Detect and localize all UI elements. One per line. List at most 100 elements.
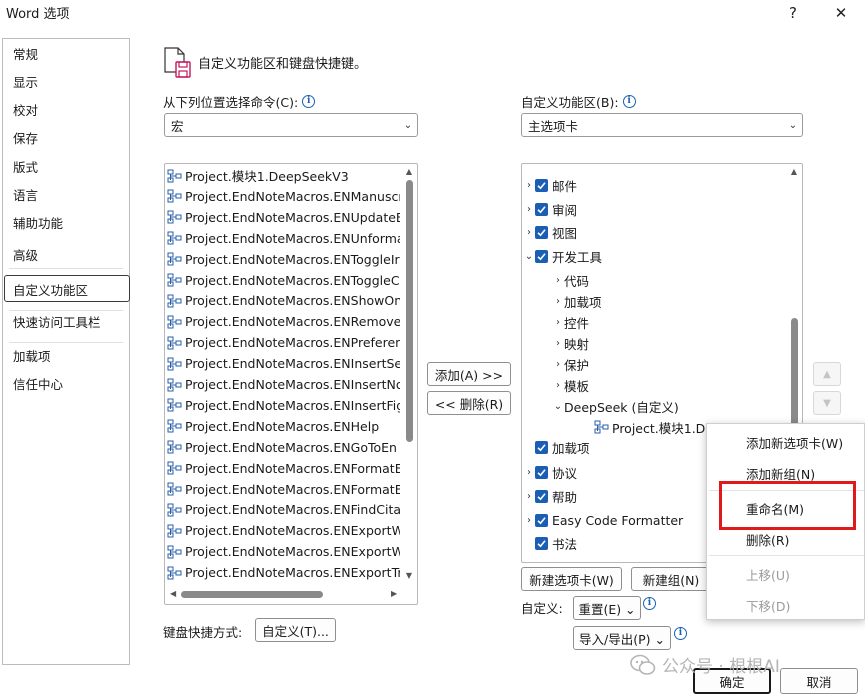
sidebar-item-general[interactable]: 常规	[13, 44, 38, 63]
checkbox[interactable]	[535, 440, 548, 454]
info-icon[interactable]: i	[302, 95, 316, 108]
ribbon-tree-item[interactable]: › 审阅	[523, 198, 577, 220]
sidebar-item-advanced[interactable]: 高级	[13, 245, 38, 264]
sidebar-item-save[interactable]: 保存	[13, 128, 38, 147]
context-item-delete[interactable]: 删除(R)	[746, 530, 789, 549]
close-button[interactable]: ✕	[826, 0, 856, 26]
ribbon-tree-item[interactable]: › 保护	[552, 353, 589, 375]
command-item[interactable]: Project.EndNoteMacros.ENFormatB	[167, 479, 400, 500]
sidebar-item-proofing[interactable]: 校对	[13, 100, 38, 119]
command-item[interactable]: Project.EndNoteMacros.ENFindCitat	[167, 499, 400, 520]
checkbox[interactable]	[535, 249, 548, 263]
ribbon-tree-item[interactable]: 加载项	[523, 436, 590, 458]
ribbon-tree-item[interactable]: › 加载项	[552, 290, 602, 312]
add-button[interactable]: 添加(A) >>	[427, 362, 511, 386]
ribbon-tree-item[interactable]: › 映射	[552, 332, 589, 354]
command-item[interactable]: Project.EndNoteMacros.ENManuscr	[167, 186, 400, 207]
chevron-right-icon[interactable]: ›	[552, 380, 564, 391]
sidebar-item-customize-ribbon[interactable]: 自定义功能区	[13, 280, 88, 299]
scroll-left-icon[interactable]: ◀	[170, 589, 176, 598]
reset-button[interactable]: 重置(E) ⌄	[573, 596, 641, 620]
chevron-right-icon[interactable]: ›	[552, 296, 564, 307]
chevron-down-icon[interactable]: ⌄	[552, 401, 564, 412]
ribbon-tree-item[interactable]: ⌄ 开发工具	[523, 245, 602, 267]
cancel-button[interactable]: 取消	[780, 668, 858, 694]
new-tab-button[interactable]: 新建选项卡(W)	[521, 567, 622, 591]
move-up-button[interactable]: ▲	[813, 362, 841, 386]
chevron-right-icon[interactable]: ›	[552, 317, 564, 328]
ribbon-tree-item[interactable]: › 模板	[552, 374, 589, 396]
scroll-up-icon[interactable]: ▲	[788, 167, 800, 176]
ribbon-tree-item[interactable]: › 控件	[552, 311, 589, 333]
commands-list[interactable]: ▲ ▼ ◀ ▶ Project.模块1.DeepSeekV3 Project.En…	[164, 163, 418, 605]
command-item[interactable]: Project.EndNoteMacros.ENShowOn	[167, 290, 400, 311]
ribbon-tree-item[interactable]: › 协议	[523, 461, 577, 483]
command-item[interactable]: Project.EndNoteMacros.ENToggleC	[167, 270, 400, 291]
command-item[interactable]: Project.EndNoteMacros.ENExportTr	[167, 562, 400, 583]
command-item[interactable]: Project.EndNoteMacros.ENInsertNo	[167, 374, 400, 395]
command-item[interactable]: Project.EndNoteMacros.ENUpdateE	[167, 207, 400, 228]
chevron-right-icon[interactable]: ›	[523, 227, 535, 238]
command-item[interactable]: Project.EndNoteMacros.ENHelp	[167, 416, 400, 437]
ribbon-tree-item[interactable]: ⌄ DeepSeek (自定义)	[552, 395, 679, 417]
sidebar-item-addins[interactable]: 加载项	[13, 346, 51, 365]
commands-scrollbar[interactable]: ▲ ▼	[403, 164, 415, 584]
command-item[interactable]: Project.EndNoteMacros.ENFormatB	[167, 458, 400, 479]
info-icon[interactable]: i	[643, 597, 656, 610]
chevron-right-icon[interactable]: ›	[523, 515, 535, 526]
chevron-down-icon[interactable]: ⌄	[523, 251, 535, 262]
command-item[interactable]: Project.EndNoteMacros.ENUnforma	[167, 228, 400, 249]
chevron-right-icon[interactable]: ›	[552, 359, 564, 370]
sidebar-item-layout[interactable]: 版式	[13, 157, 38, 176]
command-item[interactable]: Project.EndNoteMacros.ENToggleIr	[167, 249, 400, 270]
command-item[interactable]: Project.EndNoteMacros.ENPreferen	[167, 332, 400, 353]
new-group-button[interactable]: 新建组(N)	[631, 567, 711, 591]
checkbox[interactable]	[535, 513, 548, 527]
chevron-right-icon[interactable]: ›	[523, 491, 535, 502]
command-item[interactable]: Project.EndNoteMacros.ENInsertFig	[167, 395, 400, 416]
ribbon-tree-item[interactable]: › 视图	[523, 221, 577, 243]
ribbon-tree-item[interactable]: › Easy Code Formatter	[523, 509, 683, 531]
hscroll-thumb[interactable]	[181, 591, 323, 598]
scroll-right-icon[interactable]: ▶	[391, 589, 397, 598]
scroll-down-icon[interactable]: ▼	[403, 571, 415, 580]
command-item[interactable]: Project.EndNoteMacros.ENExportW	[167, 520, 400, 541]
choose-commands-dropdown[interactable]: 宏 ⌄	[164, 113, 418, 137]
command-item[interactable]: Project.EndNoteMacros.ENInsertSe	[167, 353, 400, 374]
checkbox[interactable]	[535, 225, 548, 239]
move-down-button[interactable]: ▼	[813, 391, 841, 415]
context-item-add-tab[interactable]: 添加新选项卡(W)	[746, 433, 843, 452]
chevron-right-icon[interactable]: ›	[523, 180, 535, 191]
ribbon-tree-item[interactable]: › 帮助	[523, 485, 577, 507]
sidebar-item-accessibility[interactable]: 辅助功能	[13, 213, 63, 232]
sidebar-item-language[interactable]: 语言	[13, 185, 38, 204]
chevron-right-icon[interactable]: ›	[523, 467, 535, 478]
commands-hscrollbar[interactable]: ◀ ▶	[165, 584, 417, 604]
scroll-thumb[interactable]	[406, 180, 413, 442]
customize-keyboard-button[interactable]: 自定义(T)...	[255, 618, 336, 642]
chevron-right-icon[interactable]: ›	[523, 204, 535, 215]
import-export-button[interactable]: 导入/导出(P) ⌄	[573, 626, 671, 650]
checkbox[interactable]	[535, 489, 548, 503]
checkbox[interactable]	[535, 178, 548, 192]
command-item[interactable]: Project.EndNoteMacros.ENRemove	[167, 311, 400, 332]
ribbon-tree-item[interactable]: 书法	[523, 532, 577, 554]
sidebar-item-display[interactable]: 显示	[13, 72, 38, 91]
ribbon-tree-item[interactable]: › 邮件	[523, 174, 577, 196]
info-icon[interactable]: i	[674, 627, 687, 640]
help-button[interactable]: ?	[778, 0, 808, 26]
command-item[interactable]: Project.模块1.DeepSeekV3	[167, 165, 400, 186]
ribbon-tree-item[interactable]: › 代码	[552, 269, 589, 291]
chevron-right-icon[interactable]: ›	[552, 338, 564, 349]
chevron-right-icon[interactable]: ›	[552, 275, 564, 286]
remove-button[interactable]: << 删除(R)	[427, 391, 511, 415]
sidebar-item-trust-center[interactable]: 信任中心	[13, 374, 63, 393]
checkbox[interactable]	[535, 465, 548, 479]
customize-ribbon-dropdown[interactable]: 主选项卡 ⌄	[521, 113, 803, 137]
command-item[interactable]: Project.EndNoteMacros.ENExportW	[167, 541, 400, 562]
sidebar-item-quick-access[interactable]: 快速访问工具栏	[13, 312, 101, 331]
info-icon[interactable]: i	[622, 95, 636, 108]
checkbox[interactable]	[535, 536, 548, 550]
checkbox[interactable]	[535, 202, 548, 216]
scroll-up-icon[interactable]: ▲	[403, 167, 415, 176]
